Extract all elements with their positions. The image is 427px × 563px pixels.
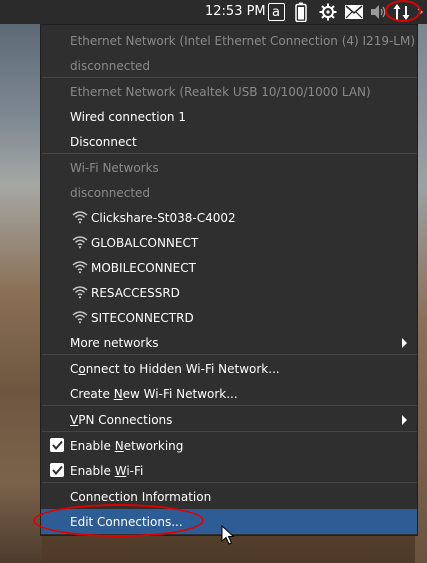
vpn-connections-label: VPN Connections — [70, 413, 173, 427]
menu-separator — [42, 431, 417, 432]
wifi-network-item[interactable]: RESACCESSRD — [41, 280, 417, 305]
ethernet-intel-status-label: disconnected — [70, 59, 151, 73]
connect-hidden-wifi-item[interactable]: Connect to Hidden Wi-Fi Network... — [41, 356, 417, 381]
wifi-network-item[interactable]: GLOBALCONNECT — [41, 230, 417, 255]
ethernet-intel-header: Ethernet Network (Intel Ethernet Connect… — [41, 28, 417, 53]
menu-separator — [42, 405, 417, 406]
battery-icon[interactable] — [294, 2, 308, 22]
annotation-circle-edit-connections — [33, 504, 204, 537]
submenu-arrow-icon — [402, 415, 407, 425]
mouse-pointer-icon — [221, 525, 235, 545]
wifi-networks-header-label: Wi-Fi Networks — [70, 161, 159, 175]
ethernet-realtek-header: Ethernet Network (Realtek USB 10/100/100… — [41, 79, 417, 104]
network-menu: Ethernet Network (Intel Ethernet Connect… — [40, 24, 418, 536]
top-panel: 12:53 PM a — [0, 0, 427, 24]
enable-wifi-checkbox[interactable] — [50, 463, 64, 477]
create-new-wifi-label: Create New Wi-Fi Network... — [70, 387, 238, 401]
ethernet-realtek-header-label: Ethernet Network (Realtek USB 10/100/100… — [70, 85, 371, 99]
keyboard-layout-icon[interactable]: a — [266, 2, 286, 22]
more-networks-label: More networks — [70, 336, 159, 350]
wifi-network-ssid: SITECONNECTRD — [91, 311, 194, 325]
vpn-connections-item[interactable]: VPN Connections — [41, 407, 417, 432]
wifi-network-ssid: Clickshare-St038-C4002 — [91, 211, 236, 225]
keyboard-layout-label: a — [267, 3, 285, 21]
enable-networking-label: Enable Networking — [70, 439, 184, 453]
disconnect-label: Disconnect — [70, 135, 137, 149]
panel-clock[interactable]: 12:53 PM — [205, 4, 266, 19]
enable-networking-checkbox[interactable] — [50, 438, 64, 452]
checkmark-icon — [51, 465, 63, 475]
wifi-network-ssid: MOBILECONNECT — [91, 261, 196, 275]
menu-separator — [42, 77, 417, 78]
connection-information-label: Connection Information — [70, 490, 212, 504]
wifi-signal-icon — [72, 311, 88, 324]
connect-hidden-wifi-label: Connect to Hidden Wi-Fi Network... — [70, 362, 280, 376]
wifi-signal-icon — [72, 211, 88, 224]
enable-networking-item[interactable]: Enable Networking — [41, 433, 417, 458]
annotation-circle-network-icon — [385, 0, 421, 22]
desktop-wallpaper-left — [0, 24, 42, 563]
wifi-signal-icon — [72, 236, 88, 249]
wifi-status: disconnected — [41, 180, 417, 205]
menu-separator — [42, 153, 417, 154]
gear-icon[interactable] — [318, 2, 338, 22]
ethernet-intel-header-label: Ethernet Network (Intel Ethernet Connect… — [70, 34, 416, 48]
menu-separator — [42, 482, 417, 483]
wifi-network-item[interactable]: SITECONNECTRD — [41, 305, 417, 330]
disconnect-item[interactable]: Disconnect — [41, 129, 417, 154]
enable-wifi-item[interactable]: Enable Wi-Fi — [41, 458, 417, 483]
more-networks-item[interactable]: More networks — [41, 330, 417, 355]
wifi-status-label: disconnected — [70, 186, 151, 200]
wifi-network-item[interactable]: Clickshare-St038-C4002 — [41, 205, 417, 230]
submenu-arrow-icon — [402, 338, 407, 348]
ethernet-intel-status: disconnected — [41, 53, 417, 78]
menu-separator — [42, 354, 417, 355]
enable-wifi-label: Enable Wi-Fi — [70, 464, 144, 478]
wifi-network-ssid: GLOBALCONNECT — [91, 236, 199, 250]
wifi-signal-icon — [72, 261, 88, 274]
create-new-wifi-item[interactable]: Create New Wi-Fi Network... — [41, 381, 417, 406]
wifi-network-ssid: RESACCESSRD — [91, 286, 180, 300]
wired-connection-label: Wired connection 1 — [70, 110, 186, 124]
wired-connection-item[interactable]: Wired connection 1 — [41, 104, 417, 129]
wifi-networks-header: Wi-Fi Networks — [41, 155, 417, 180]
checkmark-icon — [51, 440, 63, 450]
mail-icon[interactable] — [344, 2, 364, 22]
wifi-signal-icon — [72, 286, 88, 299]
wifi-network-item[interactable]: MOBILECONNECT — [41, 255, 417, 280]
